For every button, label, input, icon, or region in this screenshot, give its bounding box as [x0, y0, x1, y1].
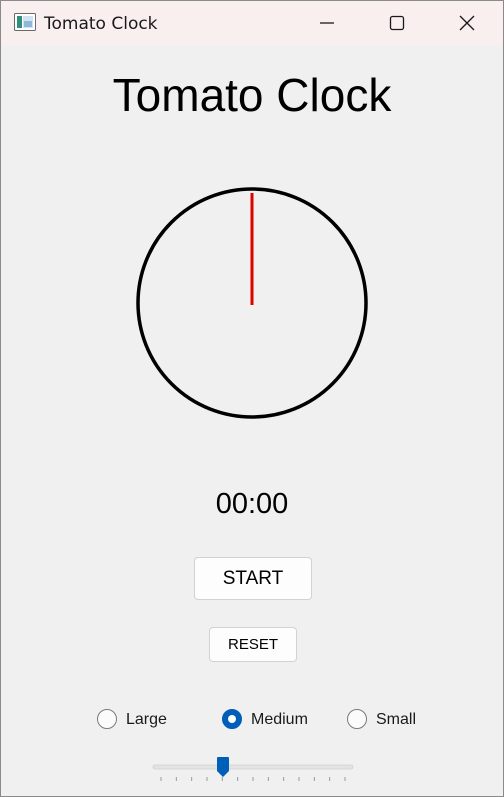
- size-slider[interactable]: [151, 755, 355, 785]
- minimize-button[interactable]: [293, 1, 363, 45]
- clock-face: [136, 187, 368, 419]
- app-window-icon: [14, 13, 36, 33]
- radio-large-circle[interactable]: [97, 709, 117, 729]
- close-icon: [459, 15, 475, 31]
- slider-track: [152, 764, 354, 770]
- close-button[interactable]: [433, 1, 503, 45]
- app-window: Tomato Clock Tomato Clock 00:00 START RE…: [0, 0, 504, 797]
- reset-button[interactable]: RESET: [209, 627, 297, 662]
- app-heading: Tomato Clock: [112, 69, 392, 121]
- time-display: 00:00: [215, 488, 289, 520]
- slider-ticks: [160, 777, 346, 781]
- radio-small-label[interactable]: Small: [376, 711, 416, 729]
- title-bar[interactable]: Tomato Clock: [1, 1, 503, 45]
- window-title: Tomato Clock: [44, 14, 158, 34]
- radio-medium-circle[interactable]: [222, 709, 242, 729]
- radio-large-label[interactable]: Large: [126, 711, 167, 729]
- slider-thumb: [217, 757, 229, 777]
- maximize-button[interactable]: [363, 1, 433, 45]
- maximize-icon: [389, 15, 405, 31]
- radio-small-circle[interactable]: [347, 709, 367, 729]
- radio-medium-label[interactable]: Medium: [251, 711, 308, 729]
- start-button[interactable]: START: [194, 557, 312, 600]
- size-radio-group: Large Medium Small: [1, 707, 503, 733]
- minimize-icon: [320, 22, 334, 24]
